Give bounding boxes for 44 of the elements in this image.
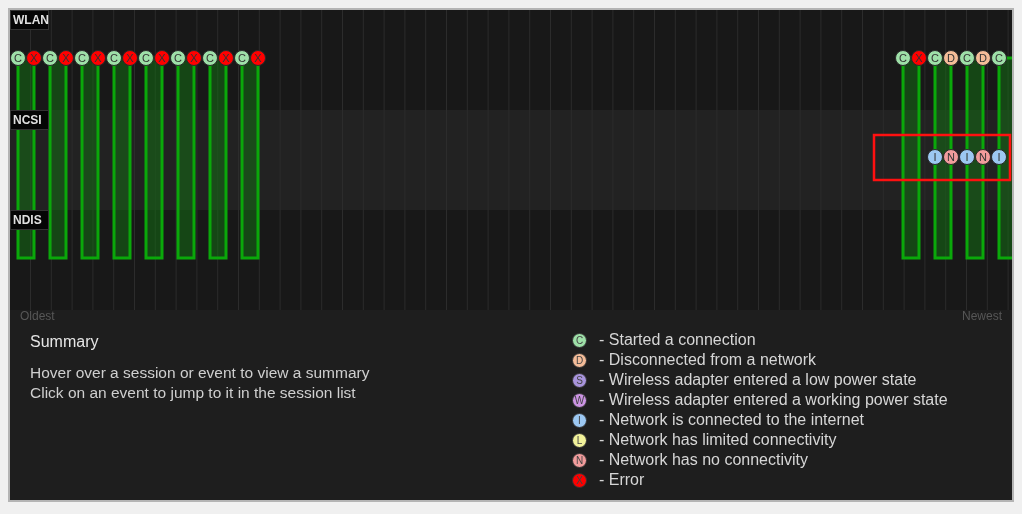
summary-title: Summary xyxy=(30,333,100,351)
event-marker[interactable]: D xyxy=(975,50,991,66)
event-icon: N xyxy=(572,452,587,468)
summary-text: Hover over a session or event to view a summary xyxy=(30,363,371,383)
legend-text: - Started a connection xyxy=(599,331,756,349)
event-marker[interactable]: I xyxy=(959,149,975,165)
event-marker[interactable]: C xyxy=(170,50,186,66)
event-marker[interactable]: C xyxy=(138,50,154,66)
event-icon: W xyxy=(572,392,587,408)
event-marker[interactable]: D xyxy=(943,50,959,66)
row-label: NDIS xyxy=(10,210,49,230)
event-marker[interactable]: N xyxy=(975,149,991,165)
event-marker[interactable]: C xyxy=(202,50,218,66)
session-bar[interactable] xyxy=(997,56,1012,260)
event-marker[interactable]: N xyxy=(943,149,959,165)
legend-text: - Network is connected to the internet xyxy=(599,411,865,429)
event-marker[interactable]: C xyxy=(927,50,943,66)
event-marker[interactable]: C xyxy=(42,50,58,66)
event-marker[interactable]: I xyxy=(991,149,1007,165)
event-icon: L xyxy=(572,432,587,448)
event-icon: I xyxy=(572,412,587,428)
summary-text: Click on an event to jump to it in the session list xyxy=(30,383,357,403)
legend-text: - Disconnected from a network xyxy=(599,351,816,369)
event-marker[interactable]: C xyxy=(895,50,911,66)
event-icon: S xyxy=(572,372,587,388)
event-marker[interactable]: C xyxy=(959,50,975,66)
legend-text: - Error xyxy=(599,471,645,489)
event-marker[interactable]: I xyxy=(927,149,943,165)
event-marker[interactable]: C xyxy=(991,50,1007,66)
event-icon: C xyxy=(572,332,587,348)
newest-label: Newest xyxy=(962,310,1002,324)
event-icon: X xyxy=(572,472,587,488)
row-label: NCSI xyxy=(10,110,49,130)
event-marker[interactable]: C xyxy=(234,50,250,66)
event-marker[interactable]: C xyxy=(10,50,26,66)
legend-text: - Wireless adapter entered a low power state xyxy=(599,371,917,389)
legend-text: - Network has limited connectivity xyxy=(599,431,837,449)
event-marker[interactable]: C xyxy=(106,50,122,66)
legend-text: - Network has no connectivity xyxy=(599,451,808,469)
row-label: WLAN xyxy=(10,10,49,30)
event-icon: D xyxy=(572,352,587,368)
oldest-label: Oldest xyxy=(20,310,55,324)
legend-text: - Wireless adapter entered a working power state xyxy=(599,391,948,409)
event-marker[interactable]: C xyxy=(74,50,90,66)
